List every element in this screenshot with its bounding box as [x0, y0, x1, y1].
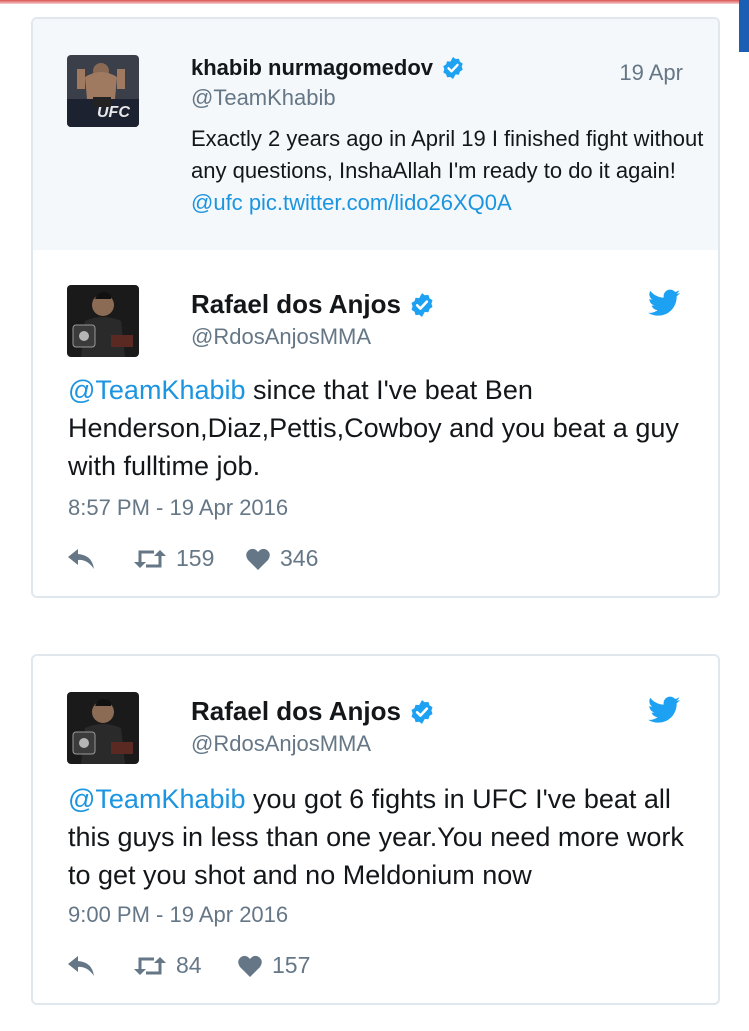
tweet-1-timestamp[interactable]: 8:57 PM - 19 Apr 2016 [68, 495, 288, 521]
twitter-bird-icon[interactable] [648, 289, 680, 317]
tweet-1-actions: 159 346 [68, 545, 318, 572]
retweet-icon [134, 956, 166, 975]
tweet-1-text: @TeamKhabib since that I've beat Ben Hen… [68, 371, 708, 485]
tweet-1-author-handle[interactable]: @RdosAnjosMMA [191, 324, 371, 350]
tweet-card-1[interactable]: UFC khabib nurmagomedov @TeamKhabib 19 A… [31, 17, 720, 598]
quoted-tweet[interactable]: UFC khabib nurmagomedov @TeamKhabib 19 A… [33, 19, 718, 250]
retweet-count: 84 [176, 952, 202, 978]
tweet-2-actions: 84 157 [68, 952, 310, 979]
tweet-2-author-name[interactable]: Rafael dos Anjos [191, 696, 401, 727]
reply-icon [68, 548, 94, 569]
reply-button[interactable] [68, 955, 134, 976]
quoted-text-body: Exactly 2 years ago in April 19 I finish… [191, 126, 704, 183]
quoted-author-handle[interactable]: @TeamKhabib [191, 85, 336, 111]
verified-badge-icon [411, 292, 433, 317]
tweet-2-author-handle[interactable]: @RdosAnjosMMA [191, 731, 371, 757]
tweet-1-name-row[interactable]: Rafael dos Anjos [191, 289, 435, 320]
heart-icon [238, 955, 262, 977]
like-button[interactable]: 157 [238, 952, 310, 979]
like-count: 346 [280, 545, 319, 571]
mention-link[interactable]: @TeamKhabib [68, 784, 246, 814]
reply-button[interactable] [68, 548, 134, 569]
retweet-button[interactable]: 159 [134, 545, 246, 572]
rafael-avatar[interactable] [67, 692, 139, 764]
tweet-2-name-row[interactable]: Rafael dos Anjos [191, 696, 435, 727]
quoted-tweet-date[interactable]: 19 Apr [619, 60, 683, 86]
tweet-2-text: @TeamKhabib you got 6 fights in UFC I've… [68, 780, 708, 894]
retweet-count: 159 [176, 545, 215, 571]
retweet-button[interactable]: 84 [134, 952, 238, 979]
rafael-avatar[interactable] [67, 285, 139, 357]
quoted-name-row[interactable]: khabib nurmagomedov [191, 55, 465, 81]
reply-icon [68, 955, 94, 976]
quoted-author-name[interactable]: khabib nurmagomedov [191, 55, 433, 81]
tweet-1-author-name[interactable]: Rafael dos Anjos [191, 289, 401, 320]
mention-link[interactable]: @ufc [191, 190, 243, 215]
retweet-icon [134, 549, 166, 568]
mention-link[interactable]: @TeamKhabib [68, 375, 246, 405]
twitter-bird-icon[interactable] [648, 696, 680, 724]
heart-icon [246, 548, 270, 570]
like-button[interactable]: 346 [246, 545, 318, 572]
verified-badge-icon [411, 699, 433, 724]
khabib-avatar[interactable]: UFC [67, 55, 139, 127]
side-edge-strip [739, 0, 749, 52]
top-edge-strip [0, 0, 749, 4]
verified-badge-icon [443, 57, 463, 79]
tweet-card-2[interactable]: Rafael dos Anjos @RdosAnjosMMA @TeamKhab… [31, 654, 720, 1005]
pic-link[interactable]: pic.twitter.com/lido26XQ0A [249, 190, 512, 215]
quoted-tweet-text: Exactly 2 years ago in April 19 I finish… [191, 123, 711, 219]
tweet-2-timestamp[interactable]: 9:00 PM - 19 Apr 2016 [68, 902, 288, 928]
like-count: 157 [272, 952, 311, 978]
